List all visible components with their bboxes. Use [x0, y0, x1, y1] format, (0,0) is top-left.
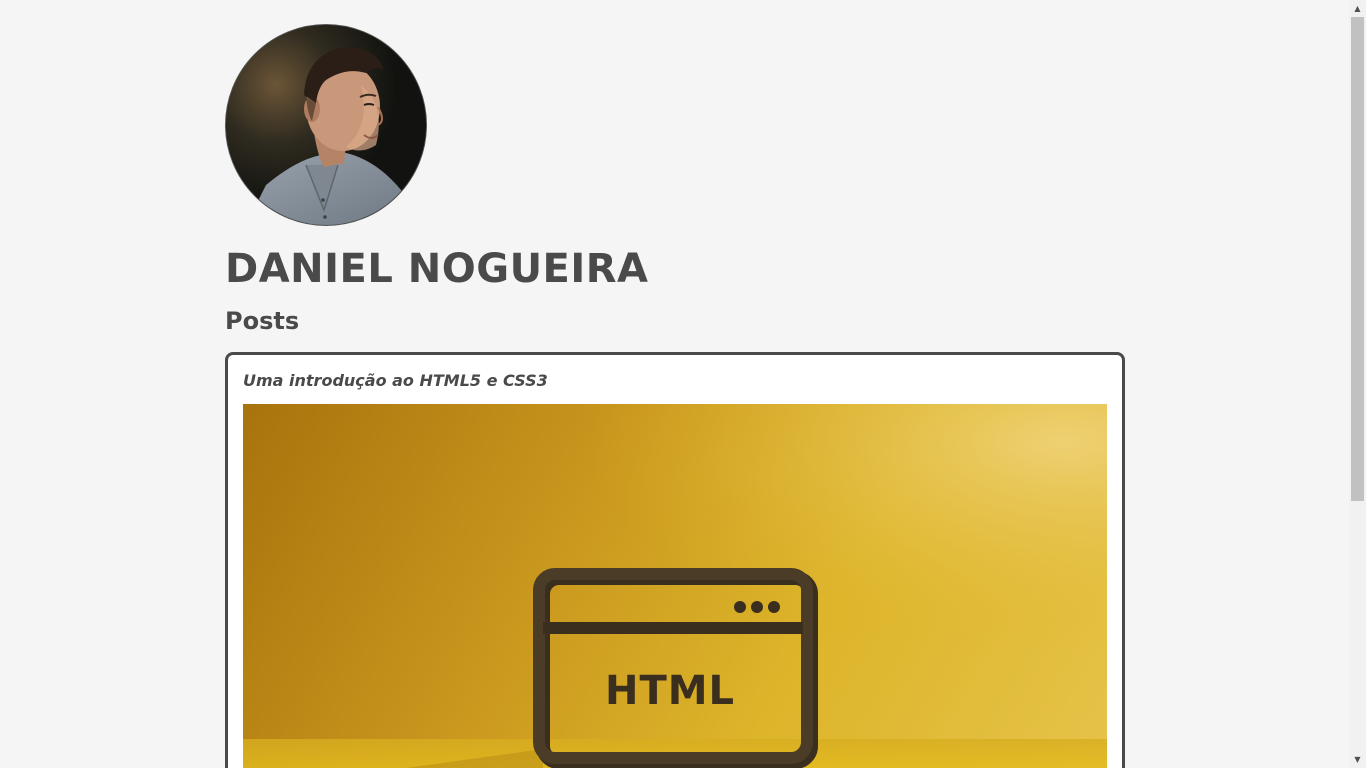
vertical-scrollbar[interactable]: ▲ ▼ [1349, 0, 1366, 768]
post-title[interactable]: Uma introdução ao HTML5 e CSS3 [243, 371, 548, 390]
post-card[interactable]: Uma introdução ao HTML5 e CSS3 HTML [225, 352, 1125, 768]
html-illustration-text: HTML [605, 668, 735, 714]
post-image[interactable]: HTML [243, 404, 1107, 768]
profile-avatar [225, 24, 427, 226]
profile-name: DANIEL NOGUEIRA [225, 246, 649, 292]
page-viewport: DANIEL NOGUEIRA Posts Uma introdução ao … [0, 0, 1366, 768]
scrollbar-thumb[interactable] [1351, 17, 1364, 501]
scroll-down-arrow-icon[interactable]: ▼ [1349, 751, 1366, 768]
posts-heading: Posts [225, 307, 300, 335]
avatar-portrait-image [226, 25, 426, 225]
browser-window-html-illustration: HTML [243, 404, 1107, 768]
scroll-up-arrow-icon[interactable]: ▲ [1349, 0, 1366, 17]
